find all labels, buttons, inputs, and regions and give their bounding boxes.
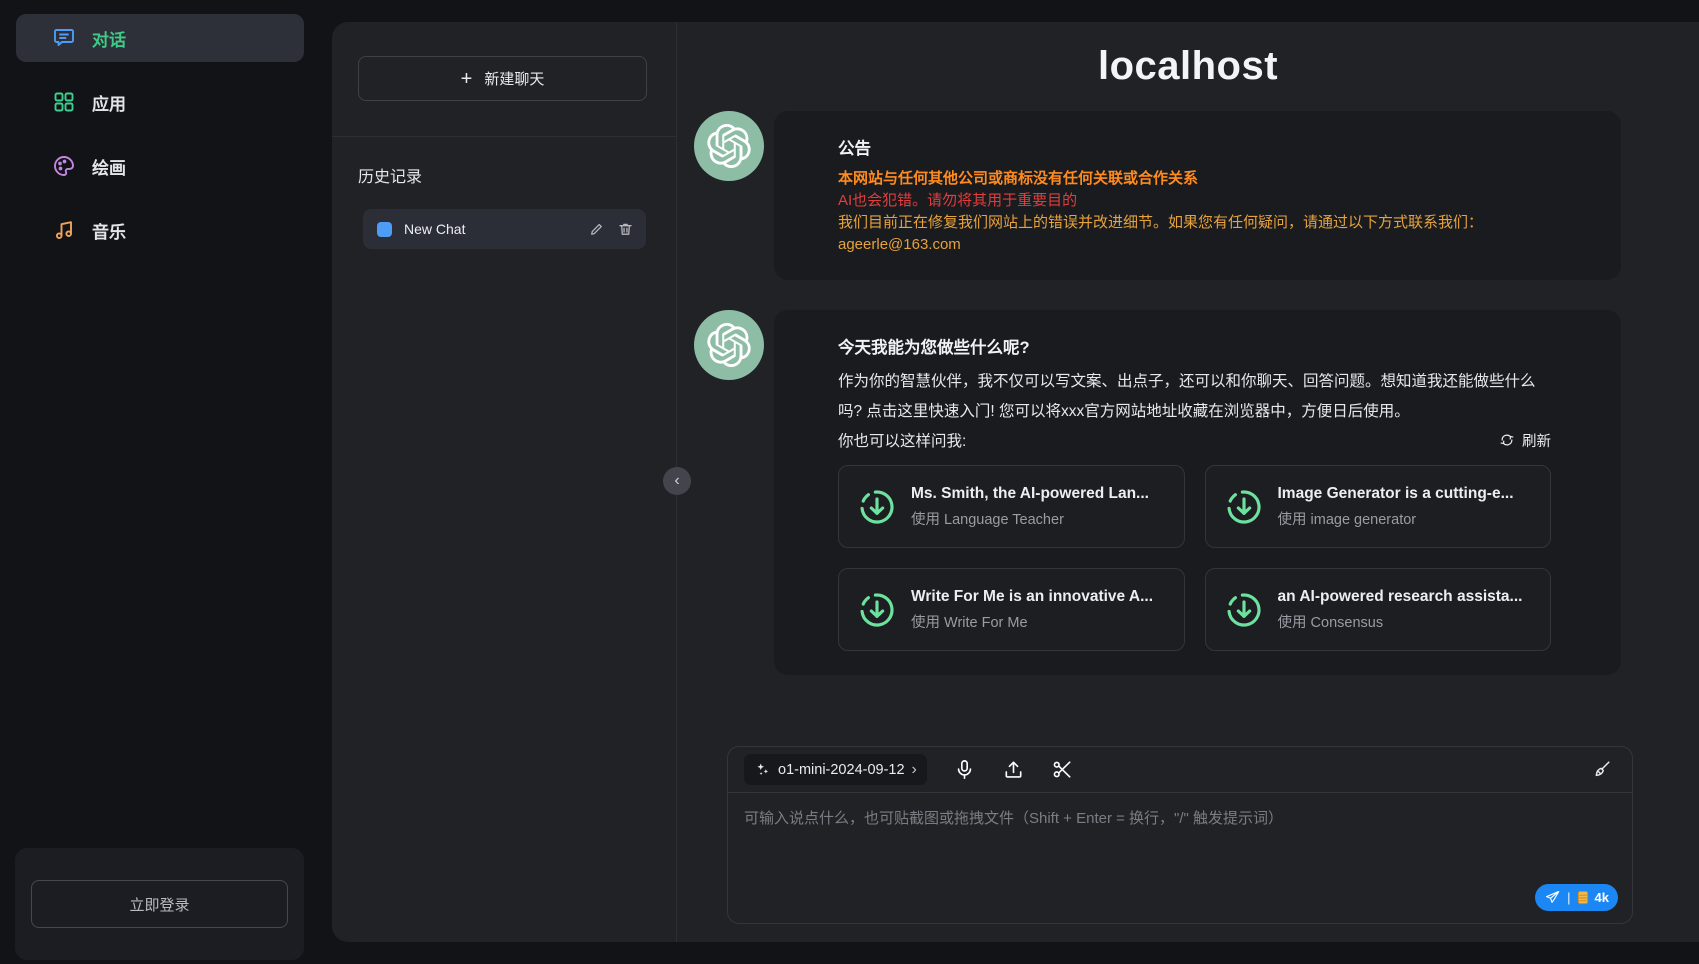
edit-icon[interactable] xyxy=(588,221,605,238)
microphone-icon xyxy=(953,758,976,781)
chat-list-panel: + 新建聊天 历史记录 New Chat xyxy=(332,22,677,942)
send-button[interactable]: | 4k xyxy=(1535,884,1618,911)
use-app-icon xyxy=(1224,487,1264,527)
sidebar-item-apps[interactable]: 应用 xyxy=(16,78,304,126)
divider xyxy=(332,136,676,137)
ask-hint: 你也可以这样问我: xyxy=(838,429,966,451)
chat-icon xyxy=(52,26,76,50)
token-count: 4k xyxy=(1595,890,1609,905)
contact-email-link[interactable]: ageerle@163.com xyxy=(838,234,1551,256)
send-icon xyxy=(1544,889,1561,906)
suggestion-card[interactable]: an AI-powered research assista... 使用 Con… xyxy=(1205,568,1552,651)
apps-icon xyxy=(52,90,76,114)
music-icon xyxy=(52,218,76,242)
assistant-avatar xyxy=(694,111,764,181)
refresh-suggestions-button[interactable]: 刷新 xyxy=(1499,430,1551,451)
chat-item-icon xyxy=(377,222,392,237)
login-button[interactable]: 立即登录 xyxy=(31,880,288,928)
suggestion-title: Ms. Smith, the AI-powered Lan... xyxy=(911,485,1149,503)
announcement-bubble: 公告 本网站与任何其他公司或商标没有任何关联或合作关系 AI也会犯错。请勿将其用… xyxy=(774,111,1621,280)
announcement-heading: 公告 xyxy=(838,135,1551,159)
announcement-line: 本网站与任何其他公司或商标没有任何关联或合作关系 xyxy=(838,168,1551,190)
plus-icon: + xyxy=(461,69,473,89)
suggestion-cards: Ms. Smith, the AI-powered Lan... 使用 Lang… xyxy=(838,465,1551,651)
sidebar-item-chat[interactable]: 对话 xyxy=(16,14,304,62)
suggestion-card[interactable]: Write For Me is an innovative A... 使用 Wr… xyxy=(838,568,1185,651)
announcement-line: 我们目前正在修复我们网站上的错误并改进细节。如果您有任何疑问，请通过以下方式联系… xyxy=(838,212,1551,234)
hint-row: 你也可以这样问我: 刷新 xyxy=(838,429,1551,451)
history-title: 历史记录 xyxy=(358,163,676,187)
new-chat-label: 新建聊天 xyxy=(484,68,544,89)
use-app-icon xyxy=(1224,590,1264,630)
microphone-button[interactable] xyxy=(953,758,976,781)
model-selector[interactable]: o1-mini-2024-09-12 › xyxy=(744,754,927,785)
suggestion-subtitle: 使用 Consensus xyxy=(1278,611,1523,632)
suggestion-subtitle: 使用 Language Teacher xyxy=(911,508,1149,529)
message-input[interactable]: 可输入说点什么，也可贴截图或拖拽文件（Shift + Enter = 换行，"/… xyxy=(728,793,1632,923)
model-name: o1-mini-2024-09-12 xyxy=(778,762,905,778)
chat-history-item[interactable]: New Chat xyxy=(363,209,646,249)
sidebar-item-label: 应用 xyxy=(92,90,126,115)
input-placeholder: 可输入说点什么，也可贴截图或拖拽文件（Shift + Enter = 换行，"/… xyxy=(744,807,1616,828)
scissors-icon xyxy=(1051,758,1074,781)
upload-icon xyxy=(1002,758,1025,781)
use-app-icon xyxy=(857,590,897,630)
suggestion-title: Write For Me is an innovative A... xyxy=(911,588,1153,606)
composer: o1-mini-2024-09-12 › xyxy=(727,746,1633,924)
openai-logo-icon xyxy=(707,124,751,168)
welcome-bubble: 今天我能为您做些什么呢? 作为你的智慧伙伴，我不仅可以写文案、出点子，还可以和你… xyxy=(774,310,1621,675)
suggestion-subtitle: 使用 image generator xyxy=(1278,508,1514,529)
sidebar-item-label: 绘画 xyxy=(92,154,126,179)
sidebar-item-label: 对话 xyxy=(92,26,126,51)
sidebar-item-label: 音乐 xyxy=(92,218,126,243)
assistant-avatar xyxy=(694,310,764,380)
suggestion-subtitle: 使用 Write For Me xyxy=(911,611,1153,632)
new-chat-button[interactable]: + 新建聊天 xyxy=(358,56,647,101)
message-list: 公告 本网站与任何其他公司或商标没有任何关联或合作关系 AI也会犯错。请勿将其用… xyxy=(694,111,1621,705)
suggestion-title: an AI-powered research assista... xyxy=(1278,588,1523,606)
chevron-right-icon: › xyxy=(912,761,917,779)
suggestion-title: Image Generator is a cutting-e... xyxy=(1278,485,1514,503)
delete-icon[interactable] xyxy=(617,221,634,238)
login-panel: 立即登录 xyxy=(15,848,304,960)
suggestion-card[interactable]: Ms. Smith, the AI-powered Lan... 使用 Lang… xyxy=(838,465,1185,548)
message-welcome: 今天我能为您做些什么呢? 作为你的智慧伙伴，我不仅可以写文案、出点子，还可以和你… xyxy=(694,310,1621,675)
openai-logo-icon xyxy=(707,323,751,367)
suggestion-card[interactable]: Image Generator is a cutting-e... 使用 ima… xyxy=(1205,465,1552,548)
refresh-label: 刷新 xyxy=(1522,430,1551,451)
content-container: + 新建聊天 历史记录 New Chat xyxy=(332,22,1699,942)
sidebar: 对话 应用 绘画 xyxy=(0,0,320,964)
sidebar-item-drawing[interactable]: 绘画 xyxy=(16,142,304,190)
announcement-line: AI也会犯错。请勿将其用于重要目的 xyxy=(838,190,1551,212)
upload-button[interactable] xyxy=(1002,758,1025,781)
broom-icon xyxy=(1590,759,1612,781)
palette-icon xyxy=(52,154,76,178)
divider: | xyxy=(1567,890,1570,905)
screenshot-button[interactable] xyxy=(1051,758,1074,781)
sidebar-item-music[interactable]: 音乐 xyxy=(16,206,304,254)
chat-main: localhost 公告 本网站与任何其他公司或商标没有任何关联或合作关系 AI… xyxy=(677,22,1699,942)
chat-item-title: New Chat xyxy=(404,221,576,237)
page-title: localhost xyxy=(677,44,1699,89)
welcome-heading: 今天我能为您做些什么呢? xyxy=(838,334,1551,358)
sparkle-icon xyxy=(754,761,771,778)
token-coin-icon xyxy=(1577,890,1589,905)
message-announcement: 公告 本网站与任何其他公司或商标没有任何关联或合作关系 AI也会犯错。请勿将其用… xyxy=(694,111,1621,280)
collapse-sidebar-button[interactable]: ‹ xyxy=(663,467,691,495)
welcome-body: 作为你的智慧伙伴，我不仅可以写文案、出点子，还可以和你聊天、回答问题。想知道我还… xyxy=(838,367,1551,427)
refresh-icon xyxy=(1499,432,1515,448)
clear-chat-button[interactable] xyxy=(1590,759,1612,781)
use-app-icon xyxy=(857,487,897,527)
composer-toolbar: o1-mini-2024-09-12 › xyxy=(728,747,1632,793)
